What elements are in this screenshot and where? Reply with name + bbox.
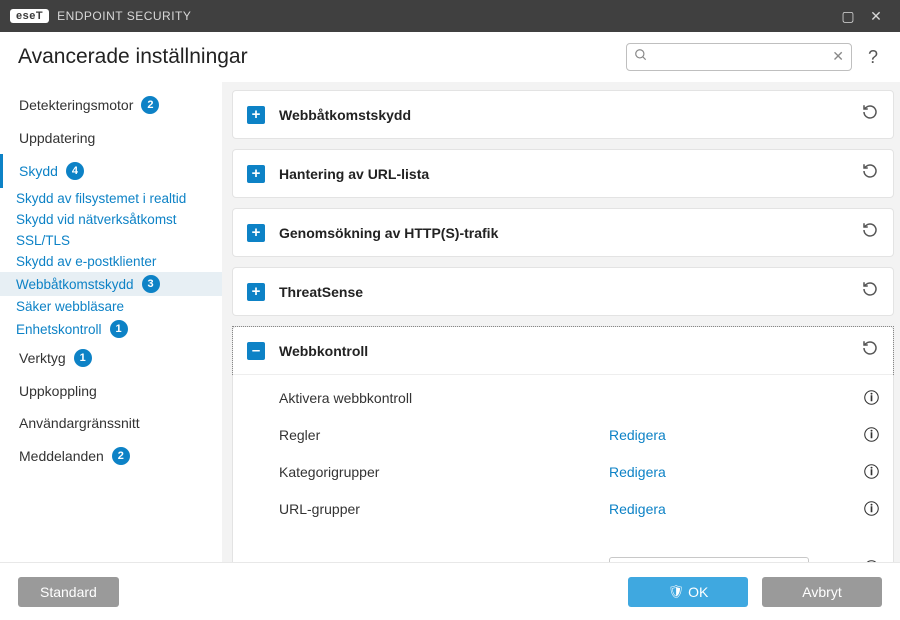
panel-header[interactable]: – Webbkontroll — [232, 326, 894, 375]
edit-link-regler[interactable]: Redigera — [609, 427, 666, 443]
panel-title: Genomsökning av HTTP(S)-trafik — [279, 225, 861, 241]
sidebar-item-label: Skydd vid nätverksåtkomst — [16, 212, 177, 227]
badge: 2 — [141, 96, 159, 114]
sidebar-item-label: Uppdatering — [19, 130, 95, 146]
footer: Standard 🛡 OK Avbryt — [0, 562, 900, 620]
info-icon[interactable]: ⓘ — [859, 461, 879, 482]
expand-icon: + — [247, 106, 265, 124]
expand-icon: + — [247, 165, 265, 183]
panel-title: Hantering av URL-lista — [279, 166, 861, 182]
sidebar-sub-realtid[interactable]: Skydd av filsystemet i realtid — [0, 188, 222, 209]
panel-header[interactable]: + Genomsökning av HTTP(S)-trafik — [233, 209, 893, 256]
panel-title: Webbåtkomstskydd — [279, 107, 861, 123]
info-icon[interactable]: ⓘ — [859, 424, 879, 445]
help-icon[interactable]: ? — [864, 47, 882, 68]
reset-icon[interactable] — [861, 103, 879, 126]
product-name: ENDPOINT SECURITY — [57, 9, 191, 23]
sidebar-item-meddelanden[interactable]: Meddelanden 2 — [0, 439, 222, 473]
panel-url-lista: + Hantering av URL-lista — [232, 149, 894, 198]
badge: 4 — [66, 162, 84, 180]
sidebar-item-label: Användargränssnitt — [19, 415, 140, 431]
row-label: Meddelande om blockerad webbsida — [279, 557, 609, 562]
reset-icon[interactable] — [861, 339, 879, 362]
panel-title: Webbkontroll — [279, 343, 861, 359]
sidebar-item-label: Verktyg — [19, 350, 66, 366]
panel-header[interactable]: + Hantering av URL-lista — [233, 150, 893, 197]
info-icon[interactable]: ⓘ — [859, 557, 879, 562]
brand-logo: eseT — [10, 9, 49, 23]
panel-webbatkomstskydd: + Webbåtkomstskydd — [232, 90, 894, 139]
panel-header[interactable]: + Webbåtkomstskydd — [233, 91, 893, 138]
panel-title: ThreatSense — [279, 284, 861, 300]
window-close-icon[interactable]: ✕ — [862, 8, 890, 25]
header: Avancerade inställningar ✕ ? — [0, 32, 900, 82]
sidebar-sub-saker[interactable]: Säker webbläsare — [0, 296, 222, 317]
row-regler: Regler Redigera ⓘ — [233, 416, 893, 453]
row-label: URL-grupper — [279, 501, 609, 517]
reset-icon[interactable] — [861, 162, 879, 185]
expand-icon: + — [247, 283, 265, 301]
sidebar-item-label: Skydd av e-postklienter — [16, 254, 156, 269]
sidebar-item-label: Detekteringsmotor — [19, 97, 133, 113]
row-url-grupper: URL-grupper Redigera ⓘ — [233, 490, 893, 527]
sidebar-item-label: Säker webbläsare — [16, 299, 124, 314]
sidebar: Detekteringsmotor 2 Uppdatering Skydd 4 … — [0, 82, 222, 562]
clear-search-icon[interactable]: ✕ — [832, 48, 844, 65]
badge: 1 — [110, 320, 128, 338]
reset-icon[interactable] — [861, 280, 879, 303]
main-content: + Webbåtkomstskydd + Hantering av URL-li… — [222, 82, 900, 562]
sidebar-sub-webbatkomst[interactable]: Webbåtkomstskydd 3 — [0, 272, 222, 296]
sidebar-item-uppkoppling[interactable]: Uppkoppling — [0, 375, 222, 407]
search-wrap: ✕ — [626, 43, 852, 71]
sidebar-item-label: Meddelanden — [19, 448, 104, 464]
window-maximize-icon[interactable]: ▢ — [834, 8, 862, 25]
sidebar-sub-epost[interactable]: Skydd av e-postklienter — [0, 251, 222, 272]
search-input[interactable] — [626, 43, 852, 71]
badge: 2 — [112, 447, 130, 465]
sidebar-item-label: Uppkoppling — [19, 383, 97, 399]
reset-icon[interactable] — [861, 221, 879, 244]
sidebar-item-detekteringsmotor[interactable]: Detekteringsmotor 2 — [0, 88, 222, 122]
row-label: Regler — [279, 427, 609, 443]
ok-button[interactable]: 🛡 OK — [628, 577, 748, 607]
sidebar-sub-enhetskontroll[interactable]: Enhetskontroll 1 — [0, 317, 222, 341]
sidebar-item-verktyg[interactable]: Verktyg 1 — [0, 341, 222, 375]
sidebar-item-label: Skydd av filsystemet i realtid — [16, 191, 186, 206]
badge: 3 — [142, 275, 160, 293]
titlebar: eseT ENDPOINT SECURITY ▢ ✕ — [0, 0, 900, 32]
sidebar-item-label: Skydd — [19, 163, 58, 179]
row-meddelande-blockerad: Meddelande om blockerad webbsida ⓘ — [233, 545, 893, 562]
search-icon — [634, 48, 648, 65]
panel-threatsense: + ThreatSense — [232, 267, 894, 316]
info-icon[interactable]: ⓘ — [859, 387, 879, 408]
default-button[interactable]: Standard — [18, 577, 119, 607]
shield-icon: 🛡 — [668, 584, 685, 600]
sidebar-item-label: Enhetskontroll — [16, 322, 102, 337]
panel-body: Aktivera webbkontroll ⓘ Regler Redigera … — [233, 374, 893, 562]
sidebar-sub-natverk[interactable]: Skydd vid nätverksåtkomst — [0, 209, 222, 230]
row-label: Kategorigrupper — [279, 464, 609, 480]
sidebar-sub-ssltls[interactable]: SSL/TLS — [0, 230, 222, 251]
row-aktivera-webbkontroll: Aktivera webbkontroll ⓘ — [233, 379, 893, 416]
page-title: Avancerade inställningar — [18, 45, 626, 69]
badge: 1 — [74, 349, 92, 367]
expand-icon: + — [247, 224, 265, 242]
sidebar-item-uppdatering[interactable]: Uppdatering — [0, 122, 222, 154]
panel-https-trafik: + Genomsökning av HTTP(S)-trafik — [232, 208, 894, 257]
sidebar-item-label: Webbåtkomstskydd — [16, 277, 134, 292]
ok-label: OK — [688, 584, 708, 600]
panel-webbkontroll: – Webbkontroll Aktivera webbkontroll ⓘ R… — [232, 326, 894, 562]
row-label: Aktivera webbkontroll — [279, 390, 609, 406]
sidebar-item-anvandargranssnitt[interactable]: Användargränssnitt — [0, 407, 222, 439]
sidebar-item-label: SSL/TLS — [16, 233, 70, 248]
panel-header[interactable]: + ThreatSense — [233, 268, 893, 315]
edit-link-kategorigrupper[interactable]: Redigera — [609, 464, 666, 480]
blocked-message-textarea[interactable] — [609, 557, 809, 562]
row-kategorigrupper: Kategorigrupper Redigera ⓘ — [233, 453, 893, 490]
cancel-button[interactable]: Avbryt — [762, 577, 882, 607]
sidebar-item-skydd[interactable]: Skydd 4 — [0, 154, 222, 188]
edit-link-url-grupper[interactable]: Redigera — [609, 501, 666, 517]
info-icon[interactable]: ⓘ — [859, 498, 879, 519]
collapse-icon: – — [247, 342, 265, 360]
